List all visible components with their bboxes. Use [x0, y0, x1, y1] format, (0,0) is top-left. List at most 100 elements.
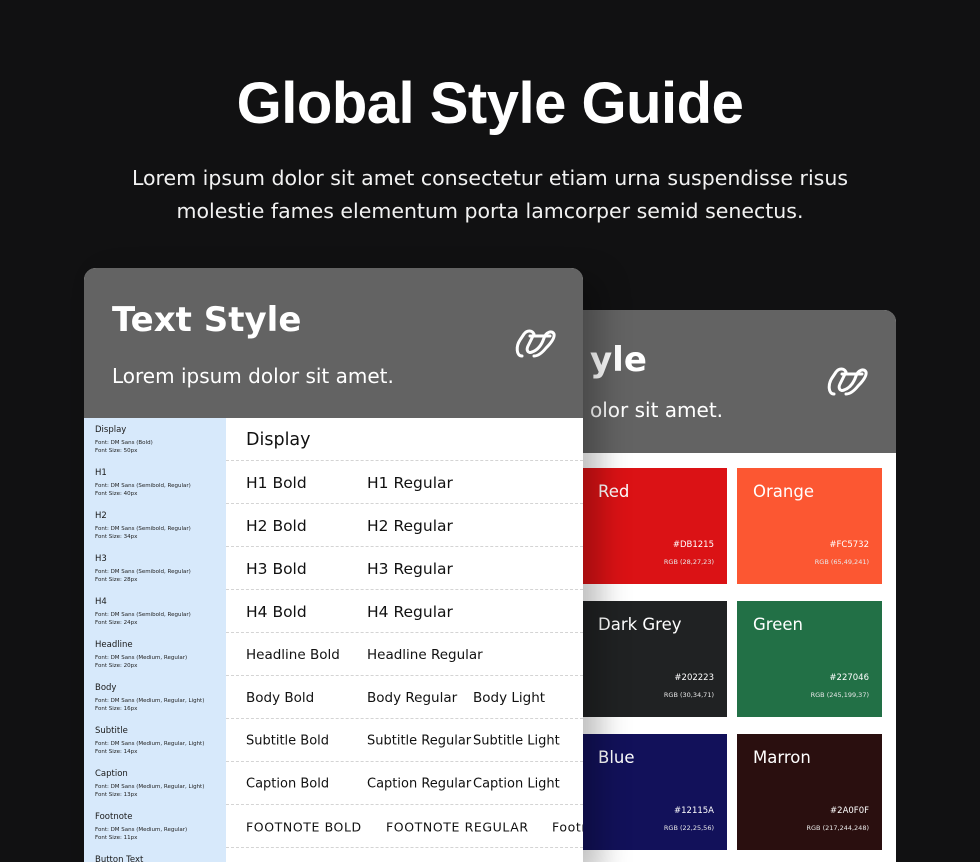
style-samples: Body Bold Body Regular Body Light — [246, 676, 583, 719]
style-sample: Display — [246, 429, 311, 450]
style-samples: H4 Bold H4 Regular — [246, 590, 583, 633]
style-samples: FOOTNOTE BOLD FOOTNOTE REGULAR Footr — [246, 805, 583, 848]
style-name: Headline — [95, 640, 133, 650]
text-style-card: Text Style Lorem ipsum dolor sit amet. D… — [84, 268, 583, 862]
brand-logo-icon — [515, 329, 556, 358]
style-size: Font Size: 13px — [95, 792, 138, 798]
color-swatch: Green #227046 RGB (245,199,37) — [737, 601, 882, 717]
style-sample: Headline Regular — [367, 646, 483, 663]
style-name: Subtitle — [95, 726, 128, 736]
style-meta: Body Font: DM Sans (Medium, Regular, Ligh… — [95, 683, 225, 713]
style-sample: Body Bold — [246, 689, 315, 706]
brand-logo-icon — [827, 367, 868, 396]
style-samples: Caption Bold Caption Regular Caption Light — [246, 762, 583, 805]
style-size: Font Size: 50px — [95, 448, 138, 454]
color-swatch: Blue #12115A RGB (22,25,56) — [582, 734, 727, 850]
text-style-row: Body Font: DM Sans (Medium, Regular, Ligh… — [84, 676, 583, 719]
style-meta: H4 Font: DM Sans (Semibold, Regular) Font … — [95, 597, 225, 627]
style-samples: H3 Bold H3 Regular — [246, 547, 583, 590]
page-subtitle: Lorem ipsum dolor sit amet consectetur e… — [131, 166, 849, 223]
style-sample: H4 Bold — [246, 602, 307, 621]
style-sample: FOOTNOTE REGULAR — [386, 819, 529, 834]
text-style-row: H2 Font: DM Sans (Semibold, Regular) Font … — [84, 504, 583, 547]
style-meta: Footnote Font: DM Sans (Medium, Regular) F… — [95, 812, 225, 842]
style-sample: H1 Bold — [246, 473, 307, 492]
color-swatch: Orange #FC5732 RGB (65,49,241) — [737, 468, 882, 584]
style-sample: Headline Bold — [246, 646, 340, 663]
swatch-name: Blue — [598, 748, 635, 767]
text-style-row: Display Font: DM Sans (Bold) Font Size: 50… — [84, 418, 583, 461]
color-swatch: Red #DB1215 RGB (28,27,23) — [582, 468, 727, 584]
style-font: Font: DM Sans (Semibold, Regular) — [95, 569, 191, 575]
style-name: H1 — [95, 468, 107, 478]
text-card-header: Text Style Lorem ipsum dolor sit amet. — [84, 268, 583, 418]
style-meta: Caption Font: DM Sans (Medium, Regular, L… — [95, 769, 225, 799]
style-font: Font: DM Sans (Medium, Regular) — [95, 827, 188, 833]
style-name: Button Text — [95, 855, 144, 862]
style-font: Font: DM Sans (Medium, Regular, Light) — [95, 741, 205, 747]
style-meta: H3 Font: DM Sans (Semibold, Regular) Font … — [95, 554, 225, 584]
style-font: Font: DM Sans (Medium, Regular, Light) — [95, 698, 205, 704]
text-style-row: H1 Font: DM Sans (Semibold, Regular) Font … — [84, 461, 583, 504]
style-size: Font Size: 28px — [95, 577, 138, 583]
style-name: Body — [95, 683, 117, 693]
swatch-name: Green — [753, 615, 803, 634]
style-sample: Body Regular — [367, 689, 458, 706]
style-meta: Display Font: DM Sans (Bold) Font Size: 50… — [95, 425, 225, 455]
swatch-rgb: RGB (65,49,241) — [814, 558, 869, 566]
style-meta: Subtitle Font: DM Sans (Medium, Regular, … — [95, 726, 225, 756]
style-font: Font: DM Sans (Bold) — [95, 440, 153, 446]
style-sample: H3 Bold — [246, 559, 307, 578]
style-sample: H3 Regular — [367, 559, 453, 578]
swatch-rgb: RGB (28,27,23) — [663, 558, 714, 566]
style-name: H2 — [95, 511, 107, 521]
style-sample: H2 Regular — [367, 516, 453, 535]
swatch-hex: #202223 — [674, 673, 714, 683]
swatch-rgb: RGB (30,34,71) — [663, 691, 714, 699]
style-size: Font Size: 14px — [95, 749, 138, 755]
style-font: Font: DM Sans (Semibold, Regular) — [95, 612, 191, 618]
style-font: Font: DM Sans (Semibold, Regular) — [95, 483, 191, 489]
style-sample: Caption Regular — [367, 776, 472, 791]
color-swatch: Marron #2A0F0F RGB (217,244,248) — [737, 734, 882, 850]
text-style-row: Caption Font: DM Sans (Medium, Regular, L… — [84, 762, 583, 805]
text-style-row: Button Text — [84, 848, 583, 862]
text-style-row: Subtitle Font: DM Sans (Medium, Regular, … — [84, 719, 583, 762]
style-size: Font Size: 40px — [95, 491, 138, 497]
swatch-hex: #227046 — [829, 673, 869, 683]
swatch-rgb: RGB (245,199,37) — [810, 691, 869, 699]
style-sample: H4 Regular — [367, 602, 453, 621]
color-card-title: yle — [590, 340, 647, 380]
style-name: H4 — [95, 597, 107, 607]
color-swatch: Dark Grey #202223 RGB (30,34,71) — [582, 601, 727, 717]
swatch-rgb: RGB (22,25,56) — [663, 824, 714, 832]
style-size: Font Size: 34px — [95, 534, 138, 540]
swatch-name: Red — [598, 482, 630, 501]
style-size: Font Size: 20px — [95, 663, 138, 669]
style-meta: H2 Font: DM Sans (Semibold, Regular) Font … — [95, 511, 225, 541]
style-samples — [246, 848, 583, 862]
style-name: H3 — [95, 554, 107, 564]
text-style-row: Footnote Font: DM Sans (Medium, Regular) F… — [84, 805, 583, 848]
style-font: Font: DM Sans (Semibold, Regular) — [95, 526, 191, 532]
text-card-title: Text Style — [112, 300, 302, 340]
style-meta: Button Text — [95, 855, 225, 862]
style-font: Font: DM Sans (Medium, Regular, Light) — [95, 784, 205, 790]
style-sample: H2 Bold — [246, 516, 307, 535]
style-meta: H1 Font: DM Sans (Semibold, Regular) Font … — [95, 468, 225, 498]
style-samples: Headline Bold Headline Regular — [246, 633, 583, 676]
style-size: Font Size: 16px — [95, 706, 138, 712]
swatch-name: Dark Grey — [598, 615, 682, 634]
style-meta: Headline Font: DM Sans (Medium, Regular) F… — [95, 640, 225, 670]
swatch-rgb: RGB (217,244,248) — [806, 824, 869, 832]
swatch-hex: #FC5732 — [829, 540, 869, 550]
style-sample: Footr — [552, 819, 583, 834]
style-size: Font Size: 11px — [95, 835, 138, 841]
style-samples: Display — [246, 418, 583, 461]
style-name: Footnote — [95, 812, 133, 822]
style-sample: Caption Light — [473, 776, 560, 791]
swatch-hex: #12115A — [674, 806, 714, 816]
swatch-hex: #DB1215 — [672, 540, 714, 550]
page-title: Global Style Guide — [236, 71, 744, 136]
text-style-row: H4 Font: DM Sans (Semibold, Regular) Font … — [84, 590, 583, 633]
